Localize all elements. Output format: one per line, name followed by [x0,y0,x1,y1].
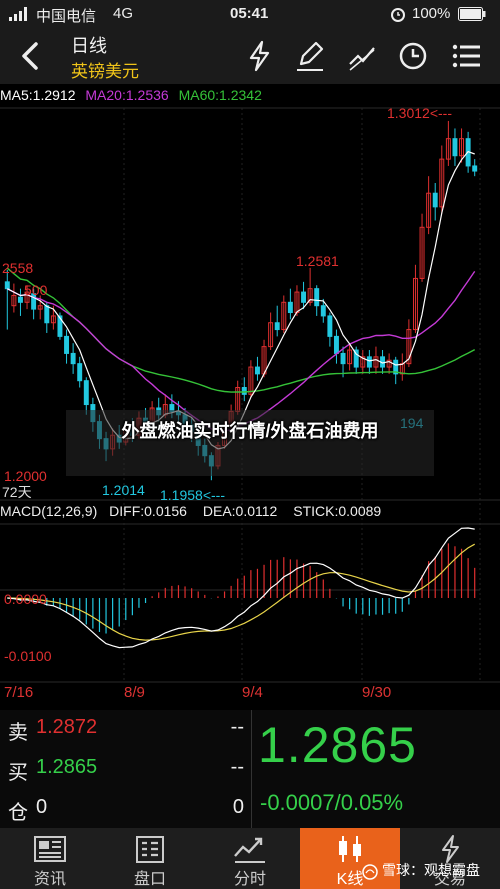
draw-pen-icon[interactable] [289,36,331,76]
candle-body [70,352,76,365]
position-value: 0 [36,796,48,818]
candle-body [254,366,260,375]
candle-body [241,387,247,395]
date-tick: 9/30 [362,684,392,701]
candle-body [320,305,326,317]
price-label-low-a: 1.2014 [102,482,145,498]
ask-price: 1.2872 [36,716,98,738]
date-tick: 8/9 [124,684,145,701]
candle-body [287,301,293,314]
ma5-value: MA5:1.2912 [0,87,76,103]
news-icon [34,836,66,862]
tab-news[interactable]: 资讯 [0,828,100,889]
macd-stick: STICK:0.0089 [293,503,382,519]
clock-icon[interactable] [392,36,434,76]
header-toolbar: 日线 英镑美元 [0,28,500,84]
ask-qty: -- [230,716,244,738]
candle-body [314,288,320,307]
position-right: 0 [232,796,244,818]
tab-label: 盘口 [133,871,166,888]
candle-body [77,363,83,382]
macd-dea: DEA:0.0112 [202,503,278,519]
price-change: -0.0007/0.05% [260,790,404,815]
ma-legend: MA5:1.2912 MA20:1.2536 MA60:1.2342 [0,87,268,107]
candle-body [64,335,70,354]
divider [251,710,252,828]
network-type: 4G [113,5,134,22]
macd-zero-label: 0.0000 [4,591,47,607]
candle-body [327,315,333,337]
period-label: 72天 [2,484,32,500]
carrier-name: 中国电信 [36,8,97,25]
ma20-value: MA20:1.2536 [85,87,169,103]
status-bar: 中国电信 4G 05:41 100% [0,0,500,28]
tab-label: 分时 [233,871,266,888]
timeshare-icon [234,837,265,863]
bid-qty: -- [230,756,244,778]
snowball-logo [362,864,378,880]
kline-chart[interactable]: 2558 500 1.200072天 1.3012<--- 1.2581 1.2014 1.… [0,84,500,710]
menu-icon[interactable] [446,36,488,76]
candle-body [44,305,50,324]
price-label-high-b: 500 [24,282,48,298]
candle-body [432,192,438,208]
alarm-icon [391,8,405,22]
caption-overlay: 外盘燃油实时行情/外盘石油费用 [66,410,434,476]
signal-icon [9,7,31,21]
candle-body [83,380,89,406]
bid-price: 1.2865 [36,756,98,778]
battery-icon [458,7,486,21]
macd-legend: MACD(12,26,9) DIFF:0.0156 DEA:0.0112 STI… [0,503,393,523]
date-tick: 9/4 [242,684,263,701]
back-arrow-icon[interactable] [14,36,50,76]
price-label-peak: 1.3012<--- [387,105,452,121]
macd-name: MACD(12,26,9) [0,503,98,519]
indicator-icon[interactable] [341,36,383,76]
ask-label: 卖 [8,722,28,744]
candle-body [340,352,346,365]
macd-neg-label: -0.0100 [4,648,52,664]
lightning-icon[interactable] [238,36,280,76]
date-tick: 7/16 [4,684,34,701]
orderbook-icon [136,836,164,863]
price-label-high: 2558 [2,260,33,276]
candle-body [472,165,478,172]
candle-body [452,138,458,157]
position-label: 仓 [8,802,28,824]
position-row: 仓 0 0 [8,796,248,826]
price-label-mid-peak: 1.2581 [296,253,339,269]
ask-row[interactable]: 卖 1.2872 -- [8,716,248,746]
macd-diff: DIFF:0.0156 [109,503,187,519]
candle-body [274,322,280,331]
candle-body [4,281,10,290]
caption-text: 外盘燃油实时行情/外盘石油费用 [121,421,379,441]
quote-panel: 卖 1.2872 -- 买 1.2865 -- 仓 0 0 1.2865 -0.… [0,710,500,828]
candle-body [301,291,307,303]
date-axis: 7/16 8/9 9/4 9/30 [0,682,500,710]
instrument-name: 英镑美元 [71,62,139,81]
candle-body [333,335,339,354]
candle-body [17,296,23,303]
price-label-low: 1.2000 [4,468,47,484]
tab-orderbook[interactable]: 盘口 [100,828,200,889]
last-price: 1.2865 [258,717,417,773]
bid-label: 买 [8,762,28,784]
ma60-value: MA60:1.2342 [178,87,262,103]
watermark-text: 雪球：观想霸盘 [382,862,480,878]
battery-percent: 100% [412,5,451,22]
candle-body [366,356,372,368]
page-title: 日线 [71,36,107,56]
tab-timeshare[interactable]: 分时 [200,828,300,889]
price-label-low-b: 1.1958<--- [160,487,225,503]
candlestick-icon [339,836,361,862]
bid-row[interactable]: 买 1.2865 -- [8,756,248,786]
clock: 05:41 [230,5,269,22]
tab-label: 资讯 [33,871,66,888]
